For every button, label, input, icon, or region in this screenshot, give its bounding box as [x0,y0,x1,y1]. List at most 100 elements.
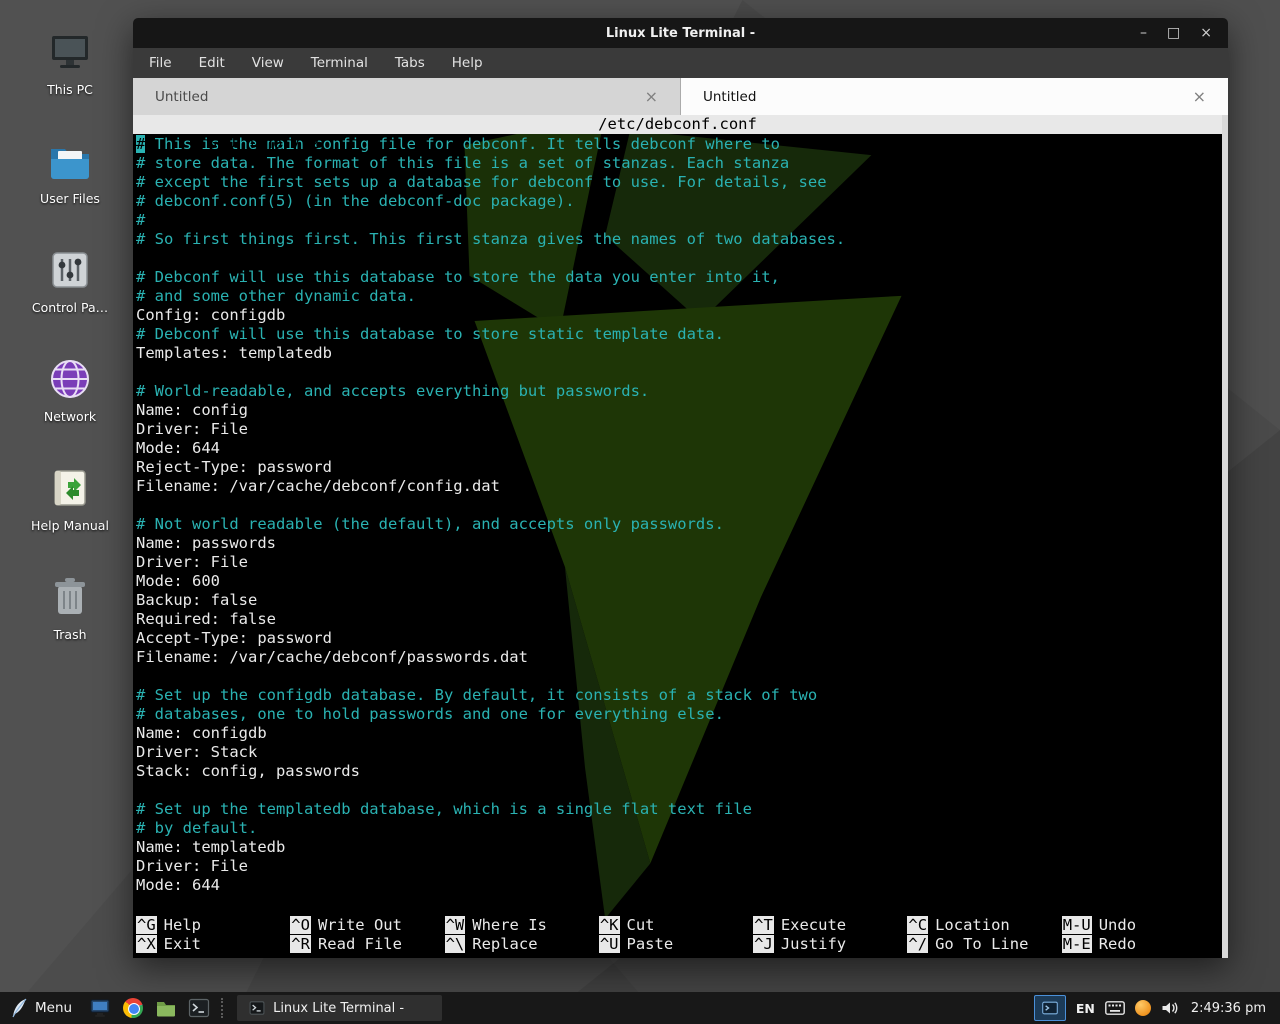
chrome-browser-icon[interactable] [121,996,145,1020]
shortcut-key: ^O [290,916,311,934]
nano-shortcut[interactable]: ^GHelp [136,916,290,935]
taskbar-window-button[interactable]: Linux Lite Terminal - [237,995,442,1021]
terminal-text-line [136,363,1228,382]
close-button[interactable]: × [1200,18,1212,48]
shortcut-label: Go To Line [935,935,1028,953]
terminal-text-line: # Debconf will use this database to stor… [136,325,1228,344]
desktop-icon-control-panel[interactable]: Control Pa… [18,246,122,315]
shortcut-label: Justify [781,935,846,953]
terminal-text-line [136,249,1228,268]
file-manager-icon[interactable] [154,996,178,1020]
shortcut-label: Cut [627,916,655,934]
nano-shortcut[interactable]: ^J Justify [753,935,907,954]
taskbar-clock[interactable]: 2:49:36 pm [1189,1001,1272,1016]
nano-shortcut[interactable]: M-ERedo [1062,935,1216,954]
desktop-icon-network[interactable]: Network [18,355,122,424]
menu-button-label: Menu [35,1000,72,1016]
taskbar-separator-handle[interactable] [221,998,227,1018]
tray-terminal-icon[interactable] [1034,995,1066,1021]
terminal-scrollbar[interactable] [1222,115,1228,958]
tab-bar: Untitled × Untitled × [133,78,1228,115]
keyboard-icon[interactable] [1105,1001,1125,1015]
menu-item[interactable]: Tabs [395,55,425,71]
terminal-tab[interactable]: Untitled × [681,78,1228,115]
desktop-icon-help-manual[interactable]: Help Manual [18,464,122,533]
menu-bar: File Edit View Terminal Tabs Help [133,48,1228,78]
nano-shortcut[interactable]: ^W Where Is [445,916,599,935]
terminal-text-line: # store data. The format of this file is… [136,154,1228,173]
shortcut-key: ^X [136,935,157,953]
shortcut-key: ^W [445,916,466,934]
desktop-icon-user-files[interactable]: User Files [18,137,122,206]
terminal-text-line: Reject-Type: password [136,458,1228,477]
volume-icon[interactable] [1161,1000,1179,1016]
nano-shortcut[interactable]: ^/ Go To Line [907,935,1061,954]
tab-label: Untitled [703,89,756,105]
shortcut-label: Replace [472,935,537,953]
menu-item[interactable]: Edit [199,55,225,71]
display-launcher-icon[interactable] [88,996,112,1020]
terminal-text-line: # Set up the configdb database. By defau… [136,686,1228,705]
terminal-text-line: # [136,211,1228,230]
tab-label: Untitled [155,89,208,105]
desktop-icon-label: Help Manual [31,518,109,533]
nano-shortcut[interactable]: ^C Location [907,916,1061,935]
menu-item[interactable]: File [149,55,172,71]
terminal-tab[interactable]: Untitled × [133,78,681,115]
nano-shortcut[interactable]: ^UPaste [599,935,753,954]
desktop-icon-this-pc[interactable]: This PC [18,28,122,97]
terminal-text-line: Config: configdb [136,306,1228,325]
terminal-text-line: Mode: 644 [136,876,1228,895]
terminal-text-line: Backup: false [136,591,1228,610]
window-titlebar[interactable]: Linux Lite Terminal - – □ × [133,18,1228,48]
terminal-text-line: # So first things first. This first stan… [136,230,1228,249]
terminal-text-line: Filename: /var/cache/debconf/config.dat [136,477,1228,496]
nano-shortcut[interactable]: ^\Replace [445,935,599,954]
minimize-button[interactable]: – [1140,18,1147,48]
start-menu-button[interactable]: Menu [6,995,80,1021]
shortcut-key: ^J [753,935,774,953]
tab-close-icon[interactable]: × [645,89,658,105]
menu-item[interactable]: Terminal [311,55,368,71]
keyboard-layout-indicator[interactable]: EN [1076,1001,1095,1016]
folder-icon [46,137,94,185]
shortcut-key: ^/ [907,935,928,953]
shortcut-key: M-U [1062,916,1092,934]
terminal-text-line: Name: config [136,401,1228,420]
nano-shortcut[interactable]: ^TExecute [753,916,907,935]
nano-buffer: # This is the main config file for debco… [133,134,1228,895]
terminal-text-line [136,781,1228,800]
terminal-text-line: # databases, one to hold passwords and o… [136,705,1228,724]
tab-close-icon[interactable]: × [1193,89,1206,105]
terminal-text-line: Filename: /var/cache/debconf/passwords.d… [136,648,1228,667]
desktop-icon-trash[interactable]: Trash [18,573,122,642]
menu-item[interactable]: Help [452,55,483,71]
updates-tray-icon[interactable] [1135,1000,1151,1016]
nano-shortcut[interactable]: ^XExit [136,935,290,954]
shortcut-key: ^C [907,916,928,934]
nano-shortcut[interactable]: ^RRead File [290,935,444,954]
terminal-text-line: Driver: File [136,553,1228,572]
shortcut-label: Location [935,916,1010,934]
terminal-text-line: # Debconf will use this database to stor… [136,268,1228,287]
terminal-text-line: Driver: File [136,420,1228,439]
globe-icon [46,355,94,403]
terminal-launcher-icon[interactable] [187,996,211,1020]
shortcut-label: Where Is [472,916,547,934]
menu-item[interactable]: View [252,55,284,71]
nano-shortcut[interactable]: ^OWrite Out [290,916,444,935]
terminal-text-line: Accept-Type: password [136,629,1228,648]
shortcut-label: Execute [781,916,846,934]
nano-shortcut[interactable]: M-UUndo [1062,916,1216,935]
maximize-button[interactable]: □ [1167,18,1180,48]
terminal-text-line: # Set up the templatedb database, which … [136,800,1228,819]
desktop-icon-column: This PC User Files Control Pa… [18,28,122,642]
task-button-label: Linux Lite Terminal - [273,1001,404,1016]
terminal-text-line: Stack: config, passwords [136,762,1228,781]
nano-editor[interactable]: GNU nano 7.2 /etc/debconf.conf # This is… [133,115,1228,958]
shortcut-label: Read File [318,935,402,953]
nano-shortcut[interactable]: ^KCut [599,916,753,935]
terminal-text-line: # except the first sets up a database fo… [136,173,1228,192]
terminal-window: Linux Lite Terminal - – □ × File Edit Vi… [133,18,1228,958]
shortcut-label: Paste [627,935,674,953]
